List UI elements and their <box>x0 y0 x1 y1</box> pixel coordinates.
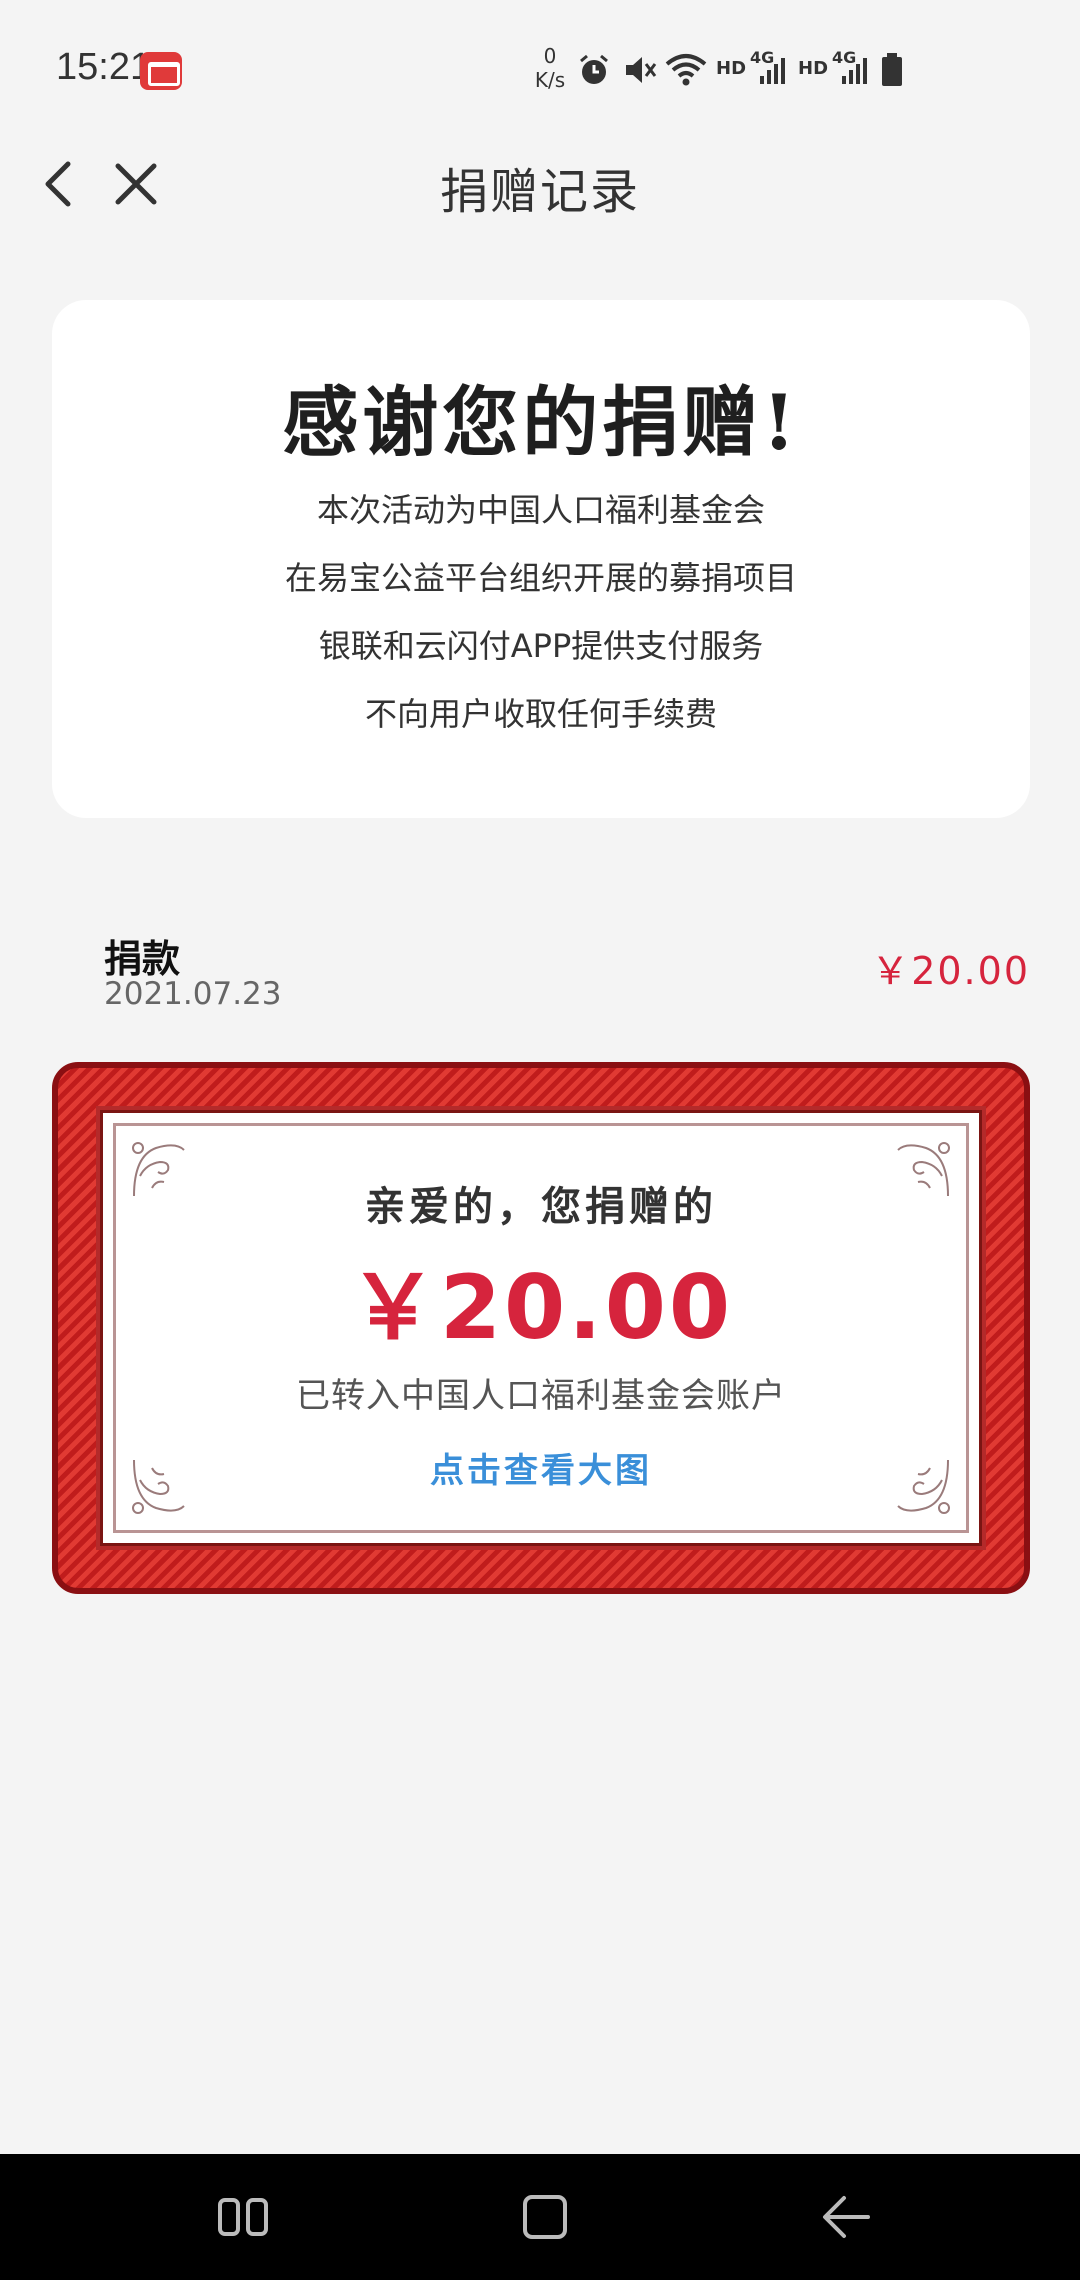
thanks-line: 本次活动为中国人口福利基金会 <box>316 491 765 529</box>
signal-icon-1 <box>760 58 785 84</box>
corner-ornament-icon <box>897 1142 950 1197</box>
system-back-icon[interactable] <box>812 2184 882 2250</box>
certificate-greeting: 亲爱的，您捐赠的 <box>365 1184 717 1230</box>
app-notification-icon <box>140 52 182 90</box>
thanks-heading: 感谢您的捐赠! <box>282 378 800 467</box>
thanks-line: 在易宝公益平台组织开展的募捐项目 <box>284 559 797 597</box>
battery-icon <box>882 53 902 86</box>
donation-certificate[interactable]: 亲爱的，您捐赠的 ￥20.00 已转入中国人口福利基金会账户 点击查看大图 <box>52 1062 1030 1594</box>
certificate-description: 已转入中国人口福利基金会账户 <box>296 1376 786 1416</box>
view-large-image-link[interactable]: 点击查看大图 <box>430 1443 652 1492</box>
status-bar: 15:21 0 K/s HD 4G HD 4G <box>0 0 1080 130</box>
page-title: 捐赠记录 <box>439 164 640 220</box>
alarm-icon <box>580 54 608 84</box>
certificate-amount: ￥20.00 <box>348 1256 734 1359</box>
thanks-line: 不向用户收取任何手续费 <box>364 695 717 733</box>
corner-ornament-icon <box>132 1459 185 1514</box>
home-icon[interactable] <box>510 2184 580 2250</box>
record-amount: ￥20.00 <box>871 949 1030 993</box>
status-time: 15:21 <box>56 46 152 88</box>
net-speed: 0 K/s <box>530 44 570 92</box>
net-speed-value: 0 <box>543 44 557 68</box>
system-nav-bar <box>0 2154 1080 2280</box>
recent-apps-icon[interactable] <box>208 2184 278 2250</box>
record-type: 捐款 <box>104 937 181 981</box>
thanks-card: 感谢您的捐赠! 本次活动为中国人口福利基金会 在易宝公益平台组织开展的募捐项目 … <box>52 300 1030 818</box>
certificate-frame: 亲爱的，您捐赠的 ￥20.00 已转入中国人口福利基金会账户 点击查看大图 <box>100 1110 982 1546</box>
mute-icon <box>626 57 657 83</box>
corner-ornament-icon <box>132 1142 185 1197</box>
nav-bar: 捐赠记录 <box>0 130 1080 240</box>
thanks-line: 银联和云闪付APP提供支付服务 <box>318 627 764 665</box>
hd-label-2: HD <box>798 58 829 79</box>
signal-icon-2 <box>842 58 867 84</box>
certificate-body: 亲爱的，您捐赠的 ￥20.00 已转入中国人口福利基金会账户 点击查看大图 <box>113 1123 969 1533</box>
donation-record: 捐款 2021.07.23 ￥20.00 <box>104 924 1030 1024</box>
corner-ornament-icon <box>897 1459 950 1514</box>
net-speed-unit: K/s <box>534 68 566 92</box>
record-date: 2021.07.23 <box>104 976 282 1012</box>
hd-label-1: HD <box>716 58 747 79</box>
wifi-icon <box>665 54 707 86</box>
